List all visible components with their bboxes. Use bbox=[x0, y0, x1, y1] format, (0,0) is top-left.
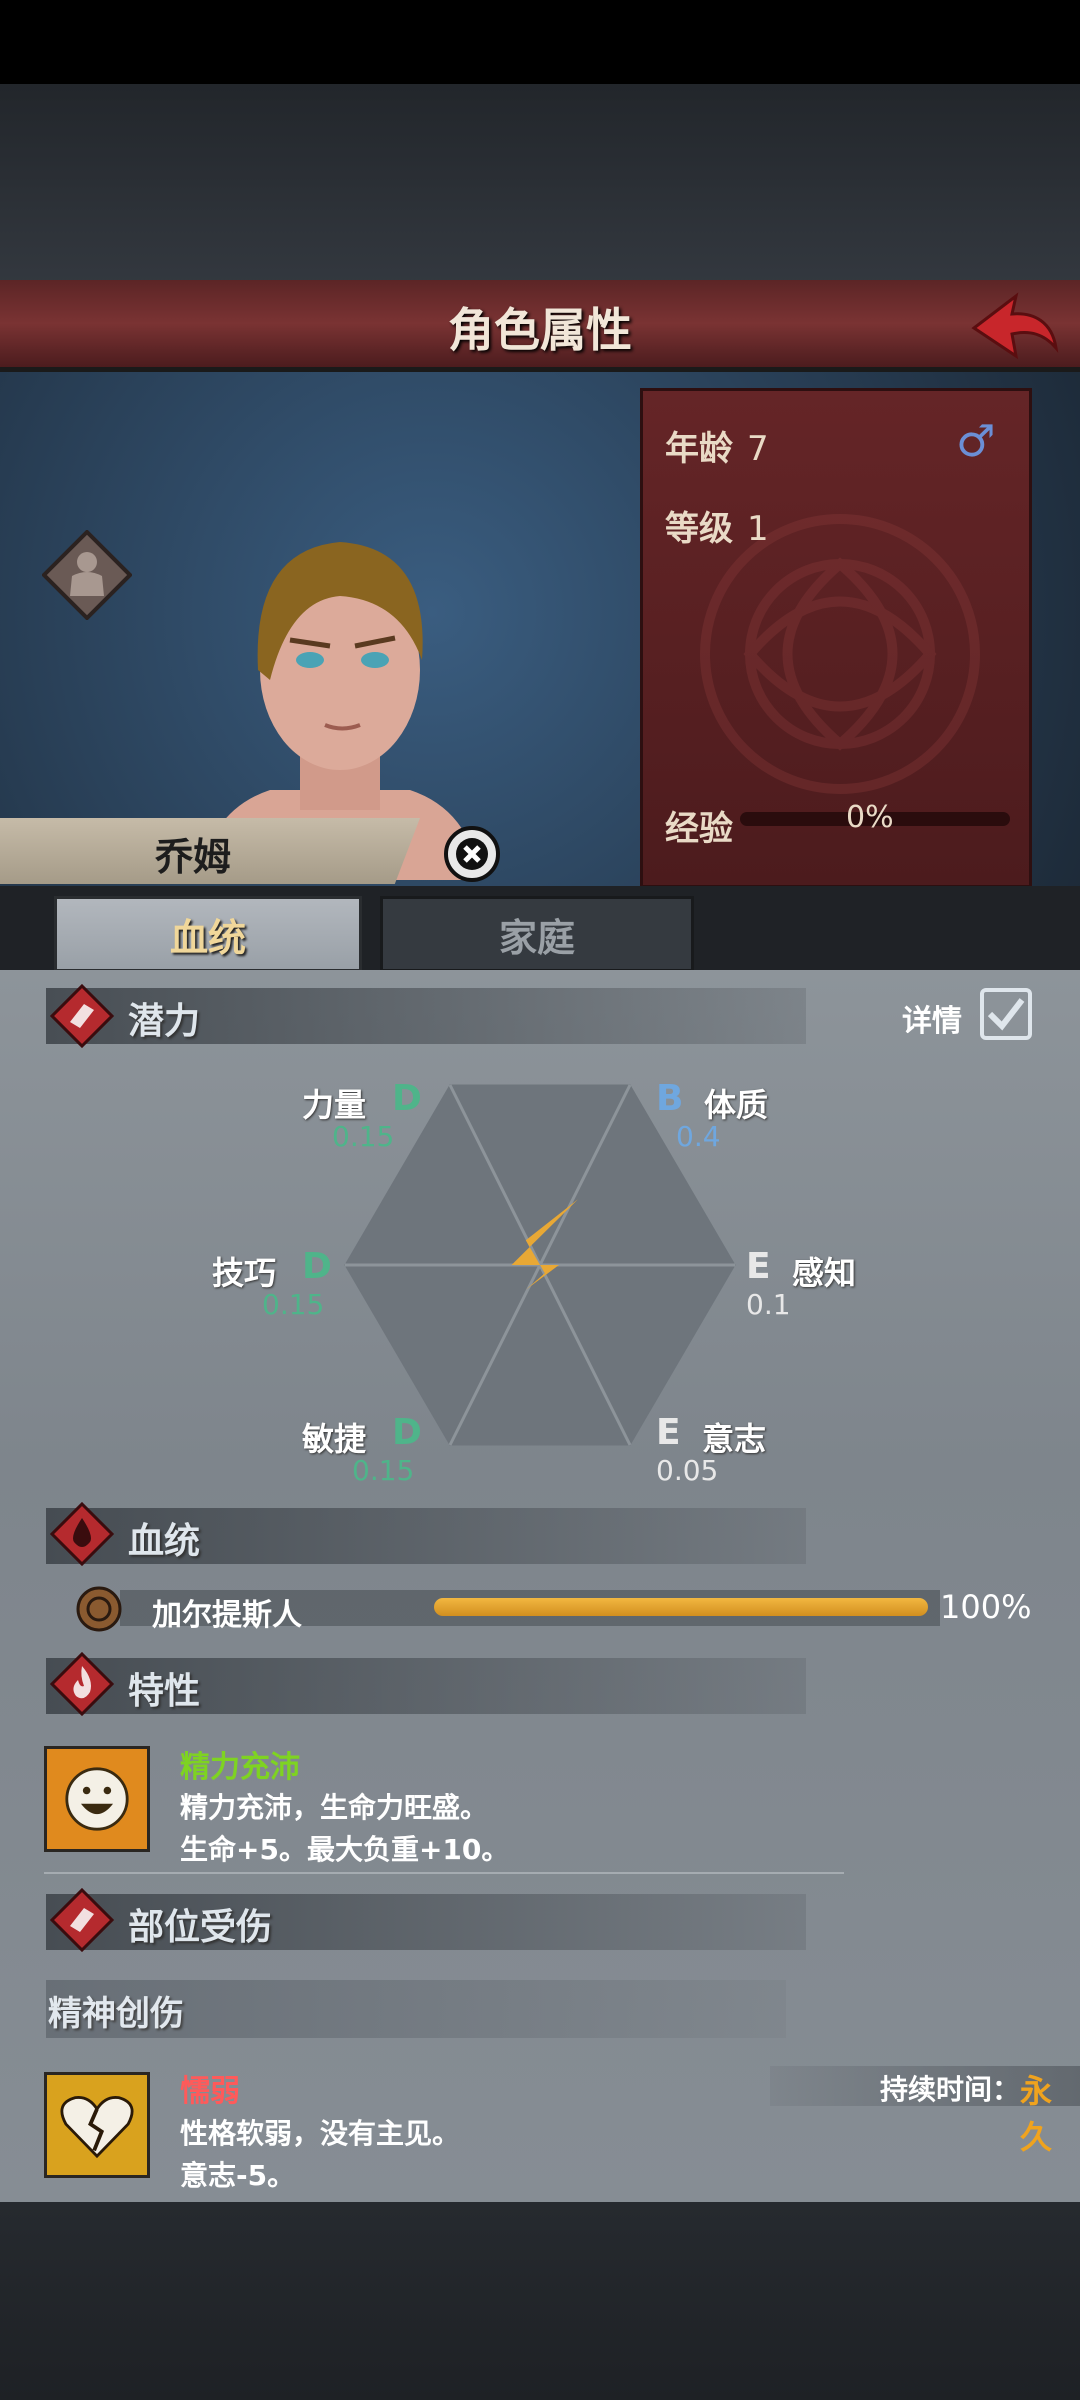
dismiss-button[interactable] bbox=[444, 826, 500, 882]
potential-title: 潜力 bbox=[128, 1001, 201, 1042]
mental-trauma-title: 精神创伤 bbox=[48, 1994, 184, 2034]
flame-icon bbox=[50, 1652, 114, 1716]
duration-value: 永久 bbox=[1020, 2072, 1053, 2156]
traits-title: 特性 bbox=[128, 1671, 201, 1712]
stat-constitution-grade: B bbox=[656, 1078, 684, 1119]
stat-will-value: 0.05 bbox=[656, 1454, 719, 1487]
back-arrow-icon[interactable] bbox=[970, 290, 1060, 362]
name-plate: 乔姆 bbox=[0, 818, 420, 884]
bottom-background bbox=[0, 2202, 1080, 2400]
male-icon: ♂ bbox=[956, 416, 996, 467]
stat-perception-grade: E bbox=[746, 1246, 771, 1287]
trait-name: 精力充沛 bbox=[180, 1750, 300, 1785]
close-icon bbox=[456, 838, 488, 870]
role-icon[interactable] bbox=[42, 530, 132, 620]
level-label: 等级 bbox=[665, 509, 733, 549]
knot-emblem-icon bbox=[700, 514, 980, 794]
bloodline-progress-bar bbox=[434, 1598, 928, 1616]
duration-label: 持续时间： bbox=[880, 2073, 1021, 2106]
injuries-title: 部位受伤 bbox=[128, 1907, 273, 1948]
top-background bbox=[0, 84, 1080, 284]
character-name: 乔姆 bbox=[155, 835, 232, 879]
level-value: 1 bbox=[747, 509, 769, 549]
bloodline-emblem-icon bbox=[76, 1586, 122, 1632]
checkmark-icon bbox=[987, 998, 1025, 1031]
injury-icon bbox=[50, 1888, 114, 1952]
tab-family[interactable]: 家庭 bbox=[380, 896, 694, 972]
injury-name: 懦弱 bbox=[180, 2074, 240, 2109]
stat-will-grade: E bbox=[656, 1412, 681, 1453]
injury-desc-line1: 性格软弱，没有主见。 bbox=[180, 2117, 461, 2150]
page-title: 角色属性 bbox=[448, 303, 632, 357]
top-black-bar bbox=[0, 0, 1080, 84]
age-value: 7 bbox=[747, 429, 769, 469]
bloodline-title: 血统 bbox=[128, 1521, 201, 1562]
trait-desc-line2: 生命+5。最大负重+10。 bbox=[180, 1833, 510, 1866]
age-row: 年龄 7 bbox=[665, 421, 769, 470]
exp-label: 经验 bbox=[665, 809, 733, 849]
age-label: 年龄 bbox=[665, 429, 733, 469]
stat-perception-value: 0.1 bbox=[746, 1288, 791, 1321]
exp-value: 0% bbox=[846, 800, 894, 835]
stat-agility-value: 0.15 bbox=[352, 1454, 415, 1487]
blood-drop-icon bbox=[50, 1502, 114, 1566]
stat-strength-grade: D bbox=[392, 1078, 422, 1119]
trait-desc-line1: 精力充沛，生命力旺盛。 bbox=[180, 1791, 489, 1824]
stat-constitution-value: 0.4 bbox=[676, 1120, 721, 1153]
bloodline-name: 加尔提斯人 bbox=[152, 1598, 302, 1633]
smiley-trait-icon[interactable] bbox=[44, 1746, 150, 1852]
header-bar: 角色属性 bbox=[0, 280, 1080, 372]
detail-checkbox[interactable] bbox=[980, 988, 1032, 1040]
stat-strength-value: 0.15 bbox=[332, 1120, 395, 1153]
stat-perception-name: 感知 bbox=[792, 1254, 857, 1292]
stat-skill-value: 0.15 bbox=[262, 1288, 325, 1321]
tab-bloodline[interactable]: 血统 bbox=[54, 896, 362, 972]
level-row: 等级 1 bbox=[665, 501, 769, 550]
stat-agility-grade: D bbox=[392, 1412, 422, 1453]
potential-icon bbox=[50, 984, 114, 1048]
bloodline-percent: 100% bbox=[940, 1588, 1032, 1626]
stat-skill-grade: D bbox=[302, 1246, 332, 1287]
injury-desc-line2: 意志-5。 bbox=[180, 2159, 296, 2192]
divider bbox=[44, 1872, 844, 1874]
mental-trauma-header: 精神创伤 bbox=[46, 1980, 786, 2038]
broken-heart-icon[interactable] bbox=[44, 2072, 150, 2178]
detail-label: 详情 bbox=[902, 1004, 962, 1039]
